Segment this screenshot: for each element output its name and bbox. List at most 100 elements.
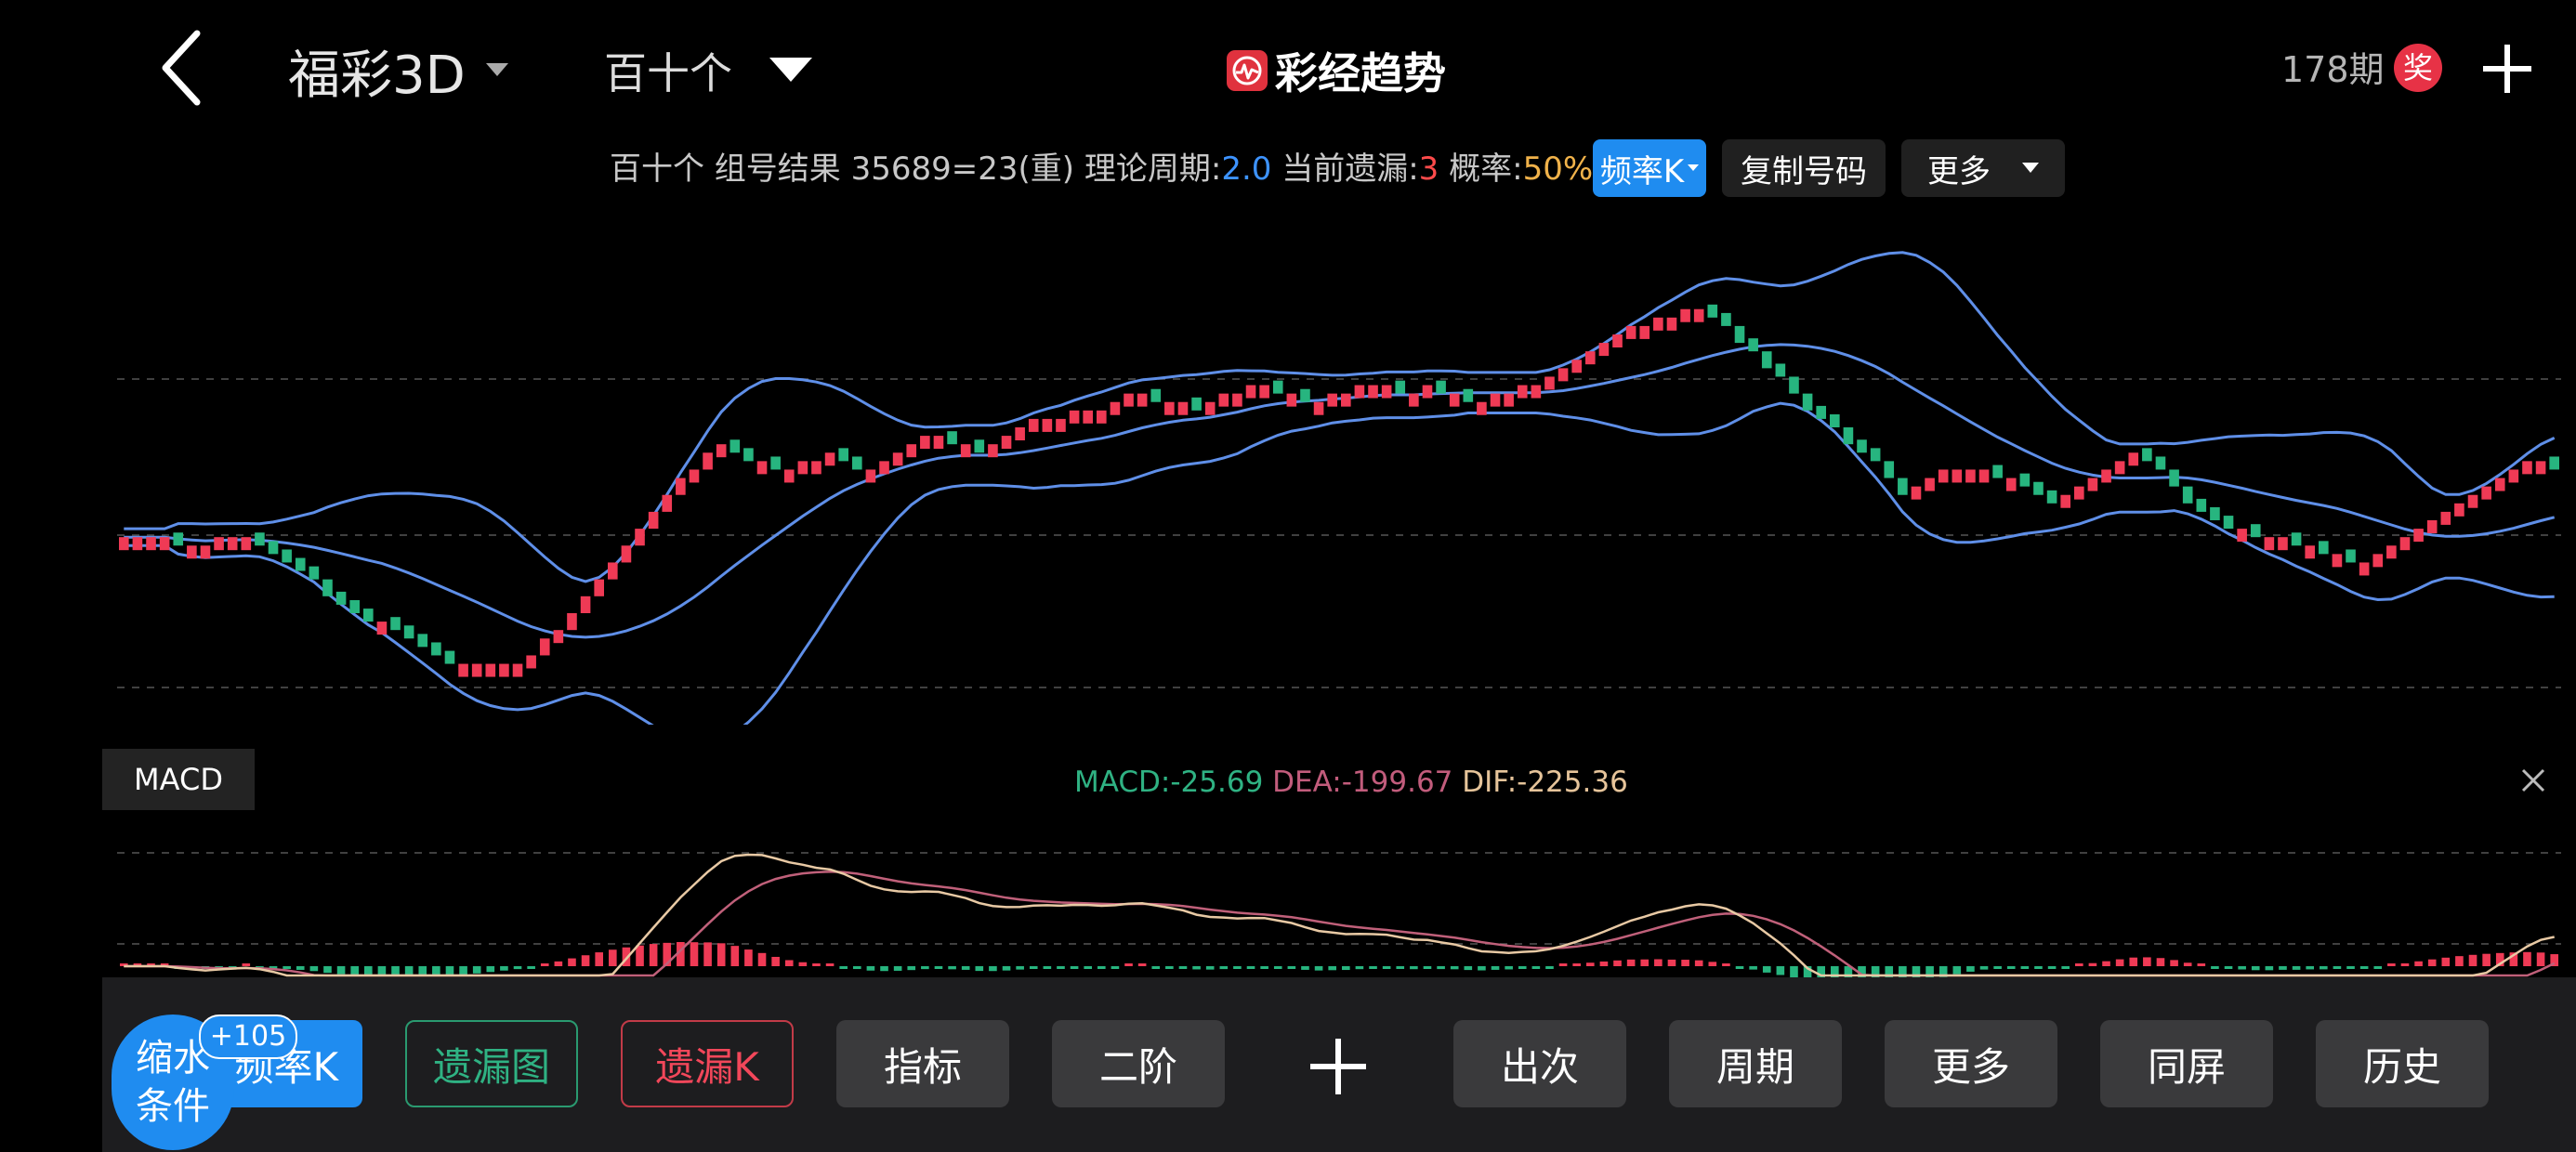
- prize-badge[interactable]: 奖: [2394, 44, 2442, 92]
- lottery-selector[interactable]: 福彩3D: [288, 33, 508, 108]
- indicator-button[interactable]: 指标: [836, 1020, 1009, 1107]
- macd-bar: [2373, 966, 2383, 969]
- macd-bar: [2306, 966, 2314, 970]
- macd-bar: [350, 966, 359, 975]
- more-dropdown[interactable]: 更多: [1901, 139, 2065, 197]
- macd-bar: [893, 966, 902, 971]
- macd-bar: [309, 966, 319, 972]
- macd-bar: [771, 956, 780, 966]
- split-screen-button[interactable]: 同屏: [2100, 1020, 2273, 1107]
- macd-bar: [2320, 966, 2328, 970]
- candle: [322, 579, 333, 596]
- candle: [2413, 529, 2424, 543]
- macd-bar: [1382, 966, 1391, 969]
- candle: [1001, 436, 1012, 450]
- macd-bar: [1029, 966, 1038, 969]
- candle: [363, 609, 374, 622]
- candle: [2386, 545, 2397, 559]
- macd-lines: [124, 853, 2556, 977]
- macd-bar: [1505, 966, 1513, 970]
- macd-bar: [2211, 966, 2219, 969]
- freq-k-dropdown[interactable]: 频率K: [1593, 139, 1706, 197]
- freq-k-label: 频率K: [1599, 152, 1685, 190]
- frequency-k-chart[interactable]: [117, 223, 2561, 725]
- candle: [1775, 363, 1786, 377]
- macd-bar: [1192, 966, 1201, 970]
- plus-icon: [2483, 45, 2531, 93]
- candle: [743, 448, 754, 462]
- close-macd-button[interactable]: [2509, 756, 2557, 805]
- candle: [241, 537, 252, 551]
- toolbar-add-button[interactable]: [1303, 1031, 1373, 1102]
- candle: [2142, 448, 2152, 462]
- macd-value: MACD:-25.69: [1074, 766, 1264, 799]
- candle: [458, 663, 468, 677]
- candle: [1531, 385, 1542, 399]
- missing-k-button[interactable]: 遗漏K: [621, 1020, 794, 1107]
- candle: [2019, 473, 2031, 487]
- candle: [444, 650, 455, 664]
- add-button[interactable]: [2472, 33, 2543, 104]
- copy-numbers-button[interactable]: 复制号码: [1722, 139, 1886, 197]
- history-button[interactable]: 历史: [2316, 1020, 2489, 1107]
- plus-icon: [1310, 1039, 1366, 1094]
- macd-bar: [1586, 962, 1595, 966]
- macd-bar: [2224, 966, 2233, 969]
- macd-bar: [1396, 966, 1405, 969]
- position-selector[interactable]: 百十个: [604, 33, 812, 108]
- macd-bar: [1640, 959, 1649, 966]
- theoretical-cycle-value: 2.0: [1221, 151, 1272, 188]
- macd-indicator-tab[interactable]: MACD: [102, 749, 255, 810]
- app-title: 彩经趋势: [1275, 48, 1446, 98]
- macd-bar: [934, 966, 943, 969]
- second-order-button[interactable]: 二阶: [1052, 1020, 1225, 1107]
- candle: [580, 596, 591, 613]
- candle: [2196, 498, 2207, 512]
- macd-bar: [2279, 966, 2287, 970]
- macd-bar: [1694, 960, 1703, 966]
- macd-bar: [1966, 966, 1975, 972]
- candle: [1124, 393, 1134, 407]
- candle: [1436, 380, 1446, 394]
- candle: [906, 444, 917, 458]
- period-count[interactable]: 178期: [2281, 37, 2385, 102]
- current-missing-label: 当前遗漏:: [1271, 151, 1419, 188]
- candle: [947, 431, 957, 445]
- macd-bar: [853, 966, 861, 970]
- macd-bar: [1342, 966, 1350, 971]
- candle: [2223, 516, 2234, 530]
- candle: [2454, 503, 2464, 517]
- macd-bar: [1667, 959, 1676, 966]
- candle: [1313, 401, 1324, 415]
- macd-bar: [636, 945, 644, 966]
- candle: [200, 545, 211, 559]
- macd-bar: [2414, 961, 2423, 966]
- candle: [2372, 554, 2384, 568]
- candle: [1177, 401, 1189, 415]
- macd-bar: [2061, 966, 2070, 969]
- period-button[interactable]: 周期: [1669, 1020, 1842, 1107]
- missing-chart-button[interactable]: 遗漏图: [405, 1020, 578, 1107]
- more-tools-button[interactable]: 更多: [1885, 1020, 2057, 1107]
- macd-bar: [2075, 963, 2083, 966]
- macd-bar: [1626, 959, 1636, 966]
- macd-bar: [1301, 966, 1309, 970]
- macd-bar: [2468, 954, 2477, 966]
- band-upper: [124, 251, 2556, 583]
- macd-bar: [2427, 959, 2437, 966]
- candle: [2426, 520, 2438, 533]
- macd-bar: [2536, 952, 2545, 966]
- macd-bar: [242, 963, 251, 966]
- back-button[interactable]: [149, 26, 223, 110]
- macd-bar: [1749, 966, 1757, 970]
- candle: [1639, 325, 1650, 339]
- candle: [1110, 401, 1121, 415]
- candle: [417, 634, 428, 648]
- macd-bar: [2006, 966, 2016, 969]
- candle: [2114, 461, 2125, 475]
- candle: [2182, 486, 2193, 504]
- macd-chart[interactable]: [117, 836, 2561, 977]
- occurrences-button[interactable]: 出次: [1453, 1020, 1626, 1107]
- candle: [2087, 478, 2098, 491]
- macd-bar: [825, 963, 835, 966]
